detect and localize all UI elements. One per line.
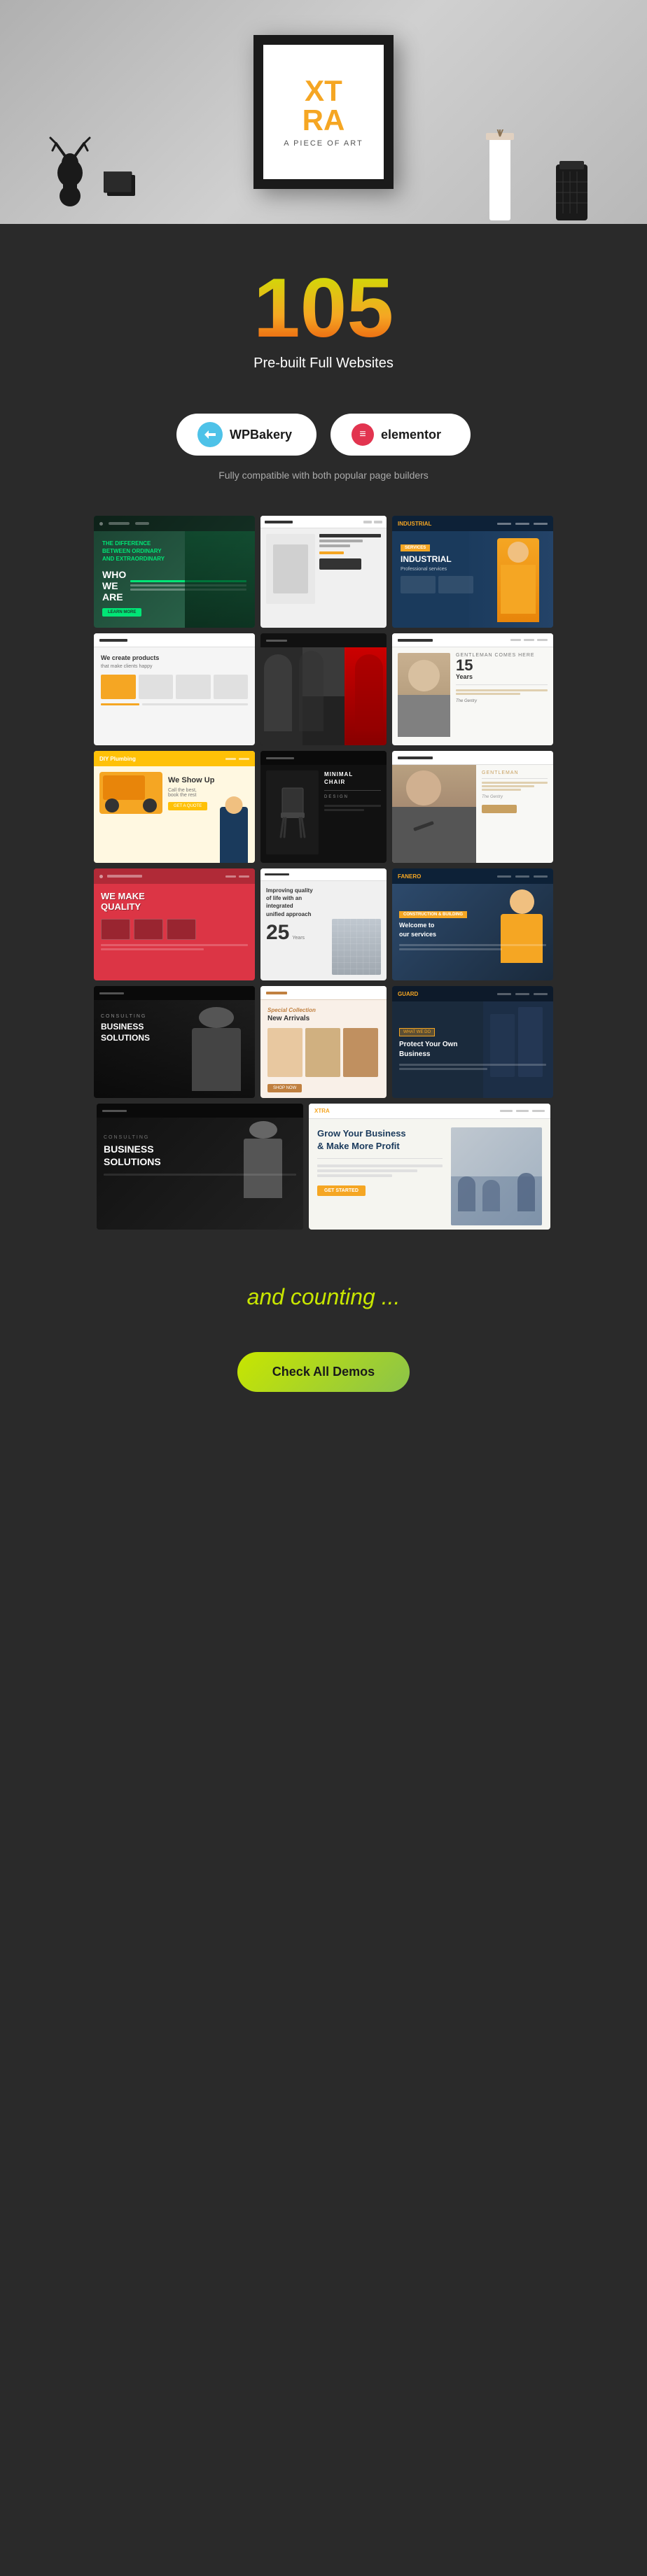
demo-thumb-construction[interactable]: FANERO CONSTRUCTION & BUILDING <box>392 868 553 980</box>
demo-thumb-gentleman[interactable]: Gentleman Comes Here 15 Years The Gentry <box>392 633 553 745</box>
elementor-icon: ≡ <box>352 423 374 446</box>
demo-thumb-gentleman2[interactable]: Gentleman The Gentry <box>392 751 553 863</box>
demo-row-2: We create products that make clients hap… <box>14 633 633 745</box>
demo-thumb-minimal-chair[interactable]: MINIMALCHAIR DESIGN <box>260 751 387 863</box>
wpbakery-label: WPBakery <box>230 428 292 442</box>
demo-row-1: The differencebetween ordinaryand extrao… <box>14 516 633 628</box>
demo-row-4: WE MAKEQUALITY Improv <box>14 868 633 980</box>
deer-decoration <box>42 136 98 210</box>
demo-row-3: DIY Plumbing We Show Up Cal <box>14 751 633 863</box>
demo-thumb-kids-fashion[interactable]: Special Collection New Arrivals SHOP NOW <box>260 986 387 1098</box>
demo-row-6: CONSULTING BUSINESSSOLUTIONS XTRA <box>14 1104 633 1230</box>
demo-thumb-biz-solutions[interactable]: CONSULTING BUSINESSSOLUTIONS <box>94 986 255 1098</box>
demo-thumb-light-agency[interactable]: We create products that make clients hap… <box>94 633 255 745</box>
check-demos-button[interactable]: Check All Demos <box>237 1352 410 1392</box>
compatible-text: Fully compatible with both popular page … <box>28 470 619 502</box>
builders-section: WPBakery ≡ elementor Fully compatible wi… <box>0 400 647 509</box>
counting-text: and counting ... <box>21 1284 626 1310</box>
logo-bottom: RA <box>284 106 363 135</box>
hero-frame: XT RA A PIECE OF ART <box>253 35 394 189</box>
demo-thumb-industrial[interactable]: INDUSTRIAL SERVIC <box>392 516 553 628</box>
stats-section: 105 Pre-built Full Websites <box>0 224 647 400</box>
lantern-decoration <box>549 157 594 224</box>
wpbakery-icon <box>197 422 223 447</box>
elementor-badge: ≡ elementor <box>331 414 471 456</box>
logo-top: XT <box>284 76 363 106</box>
wpbakery-badge: WPBakery <box>176 414 316 456</box>
elementor-label: elementor <box>381 428 441 442</box>
demo-thumb-architecture[interactable]: Improving qualityof life with anintegrat… <box>260 868 387 980</box>
vase-decoration <box>475 129 524 224</box>
demo-grid-section: The differencebetween ordinaryand extrao… <box>0 509 647 1249</box>
demo-thumb-grow-business[interactable]: XTRA Grow Your Business& Make More Profi… <box>309 1104 550 1230</box>
small-box-decoration <box>104 171 139 203</box>
demo-thumb-dark-studio[interactable] <box>260 633 387 745</box>
demo-thumb-consulting-dark[interactable]: CONSULTING BUSINESSSOLUTIONS <box>97 1104 303 1230</box>
demo-thumb-quality[interactable]: WE MAKEQUALITY <box>94 868 255 980</box>
demo-thumb-white-product[interactable] <box>260 516 387 628</box>
demo-thumb-green-agency[interactable]: The differencebetween ordinaryand extrao… <box>94 516 255 628</box>
stats-description: Pre-built Full Websites <box>21 356 626 372</box>
demo-thumb-plumbing[interactable]: DIY Plumbing We Show Up Cal <box>94 751 255 863</box>
demo-row-5: CONSULTING BUSINESSSOLUTIONS Special Col… <box>14 986 633 1098</box>
demo-thumb-protect-business[interactable]: GUARD WHAT WE DO Protect Your OwnBusin <box>392 986 553 1098</box>
stats-number: 105 <box>21 266 626 350</box>
hero-section: XT RA A PIECE OF ART <box>0 0 647 224</box>
cta-section: Check All Demos <box>0 1338 647 1448</box>
logo-tagline: A PIECE OF ART <box>284 139 363 148</box>
counting-section: and counting ... <box>0 1249 647 1338</box>
